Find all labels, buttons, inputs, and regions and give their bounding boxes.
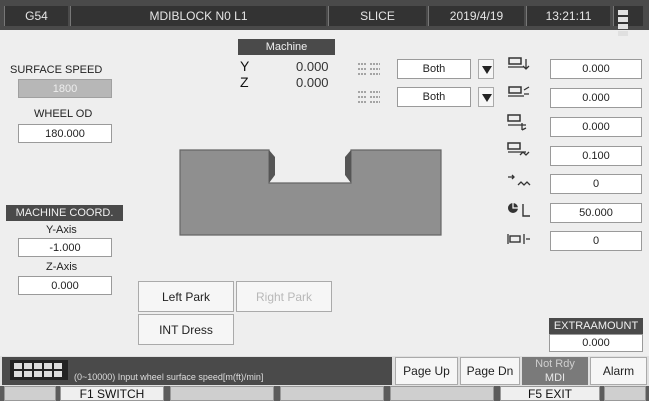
mode-indicator: MDI xyxy=(544,372,566,384)
surface-speed-label: SURFACE SPEED xyxy=(10,64,103,76)
workpiece-diagram xyxy=(179,149,442,236)
page-down-button[interactable]: Page Dn xyxy=(460,357,520,385)
mode-label: SLICE xyxy=(328,6,426,26)
param-field-2[interactable]: 0.000 xyxy=(550,88,642,108)
param-field-1[interactable]: 0.000 xyxy=(550,59,642,79)
coord-system: G54 xyxy=(4,6,68,26)
dropdown-2[interactable]: Both xyxy=(397,87,471,107)
alarm-button[interactable]: Alarm xyxy=(590,357,647,385)
f1-switch-button[interactable]: F1 SWITCH xyxy=(60,386,164,401)
side-select-icon-2 xyxy=(358,91,380,103)
date-label: 2019/4/19 xyxy=(428,6,524,26)
fkey-blank-6[interactable] xyxy=(604,386,646,401)
param-field-6[interactable]: 50.000 xyxy=(550,203,642,223)
param-field-3[interactable]: 0.000 xyxy=(550,117,642,137)
machine-title: Machine xyxy=(238,39,335,55)
machine-coord-label: MACHINE COORD. xyxy=(6,205,123,221)
program-block: MDIBLOCK N0 L1 xyxy=(70,6,326,26)
machine-z-value: 0.000 xyxy=(296,75,329,90)
machine-status: Not Rdy MDI xyxy=(522,357,588,385)
not-ready-label: Not Rdy xyxy=(535,358,575,370)
wheel-speed-icon xyxy=(508,203,530,217)
z-axis-field[interactable]: 0.000 xyxy=(18,276,112,295)
right-park-button[interactable]: Right Park xyxy=(236,281,332,312)
chevron-down-icon[interactable] xyxy=(478,59,494,79)
wheel-od-field[interactable]: 180.000 xyxy=(18,124,112,143)
extra-amount-field[interactable]: 0.000 xyxy=(549,334,643,352)
input-hint-message: (0~10000) Input wheel surface speed[m(ft… xyxy=(74,372,264,382)
param-field-7[interactable]: 0 xyxy=(550,231,642,251)
left-park-button[interactable]: Left Park xyxy=(138,281,234,312)
dress-feed-icon xyxy=(507,114,527,131)
extra-amount-label: EXTRAAMOUNT xyxy=(549,318,643,334)
param-field-5[interactable]: 0 xyxy=(550,174,642,194)
fkey-blank-4[interactable] xyxy=(390,386,494,401)
fkey-blank-0[interactable] xyxy=(4,386,56,401)
time-label: 13:21:11 xyxy=(526,6,610,26)
count-icon xyxy=(507,234,530,244)
surface-speed-field[interactable]: 1800 xyxy=(18,79,112,98)
z-axis-letter: Z xyxy=(240,74,249,90)
side-select-icon xyxy=(358,63,380,75)
int-dress-button[interactable]: INT Dress xyxy=(138,314,234,345)
passes-icon xyxy=(508,174,531,186)
dropdown-1[interactable]: Both xyxy=(397,59,471,79)
machine-y-value: 0.000 xyxy=(296,59,329,74)
dress-depth-icon xyxy=(508,57,530,70)
page-up-button[interactable]: Page Up xyxy=(395,357,458,385)
y-axis-field[interactable]: -1.000 xyxy=(18,238,112,257)
param-field-4[interactable]: 0.100 xyxy=(550,146,642,166)
z-axis-label: Z-Axis xyxy=(46,261,78,273)
dress-angle-icon xyxy=(508,86,530,97)
grid-menu-icon[interactable] xyxy=(613,6,643,36)
dress-finish-icon xyxy=(507,142,530,156)
fkey-blank-3[interactable] xyxy=(280,386,384,401)
fkey-blank-2[interactable] xyxy=(170,386,274,401)
keyboard-icon[interactable] xyxy=(10,360,68,380)
f5-exit-button[interactable]: F5 EXIT xyxy=(500,386,600,401)
wheel-od-label: WHEEL OD xyxy=(34,108,93,120)
y-axis-label: Y-Axis xyxy=(46,224,77,236)
y-axis-letter: Y xyxy=(240,58,250,74)
chevron-down-icon-2[interactable] xyxy=(478,87,494,107)
